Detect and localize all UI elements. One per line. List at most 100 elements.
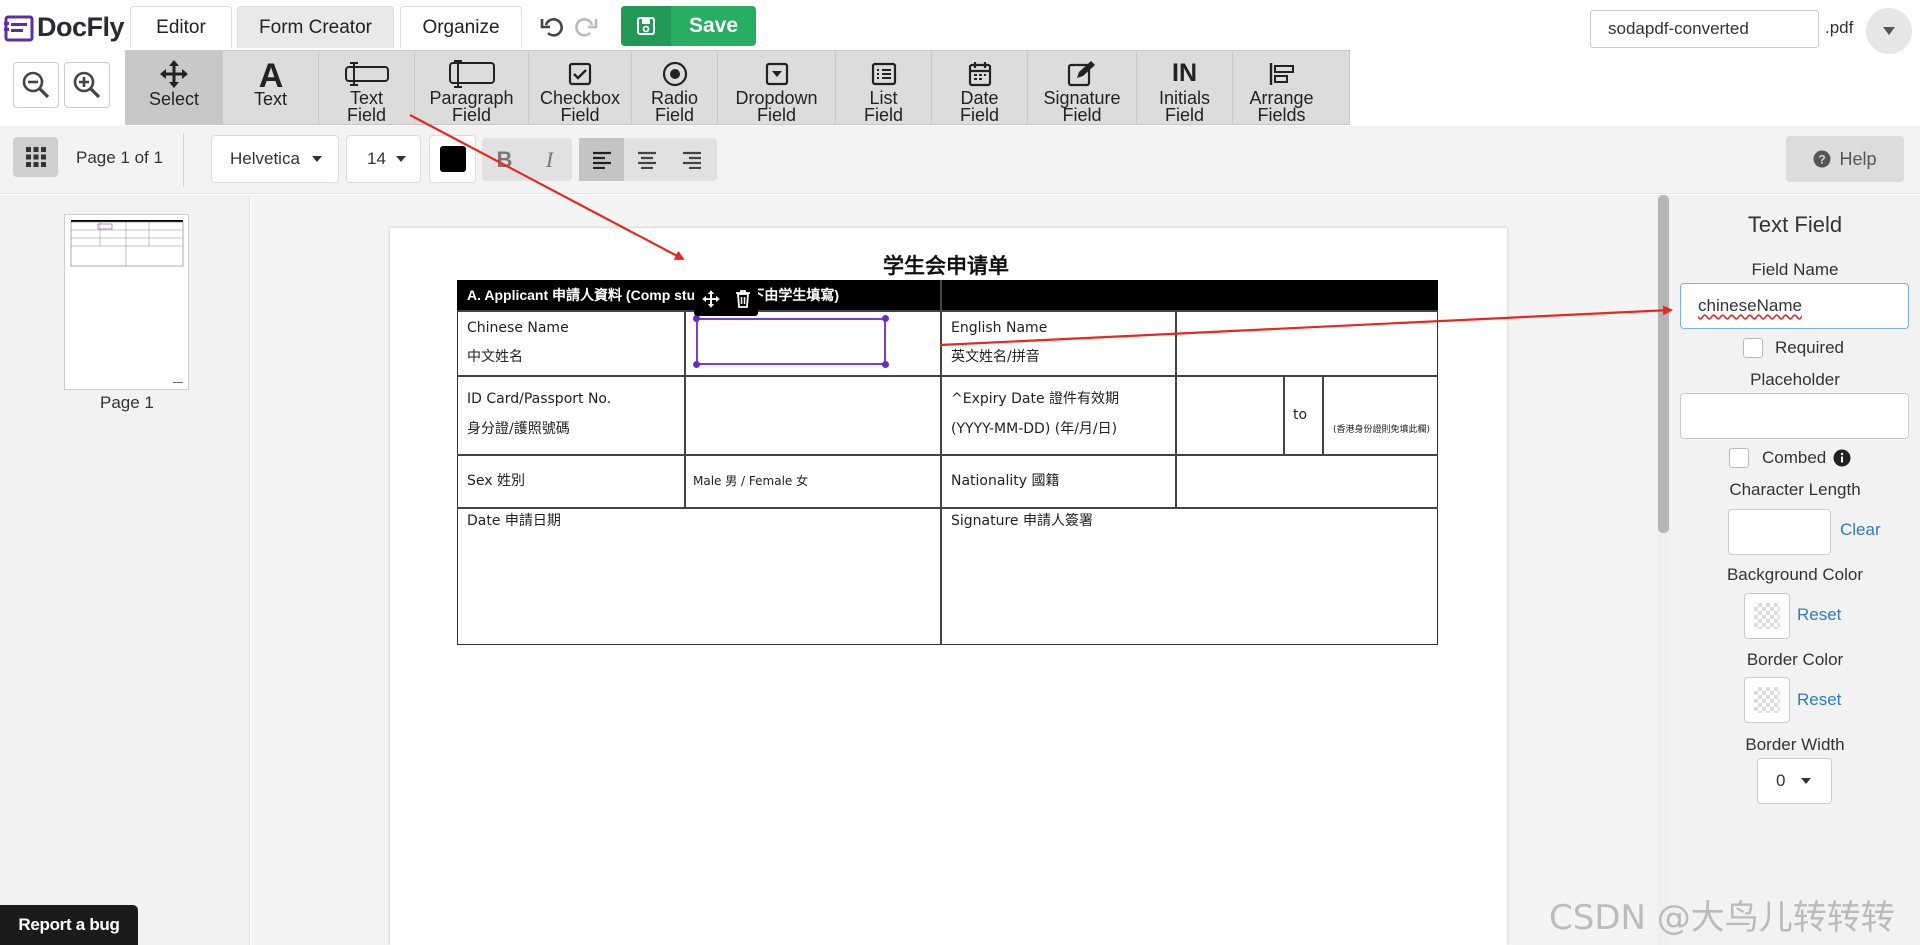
align-center-button[interactable] [624, 138, 669, 181]
combed-checkbox[interactable] [1729, 448, 1749, 468]
radio-icon [662, 57, 688, 90]
tool-paragraph-field[interactable]: Paragraph Field [415, 51, 529, 124]
italic-button[interactable]: I [527, 138, 572, 181]
transparent-swatch [1754, 687, 1780, 713]
table-line [1322, 375, 1324, 454]
tool-radio-field[interactable]: Radio Field [632, 51, 718, 124]
border-reset-link[interactable]: Reset [1797, 690, 1841, 710]
resize-handle[interactable] [882, 315, 889, 322]
tool-signature-field[interactable]: Signature Field [1028, 51, 1137, 124]
redo-icon [575, 18, 598, 37]
move-field-button[interactable] [701, 289, 721, 314]
tool-text-label: Text [253, 89, 287, 109]
help-button[interactable]: ? Help [1786, 136, 1904, 182]
tab-editor-label: Editor [156, 16, 206, 38]
color-swatch [439, 146, 466, 172]
background-color-label: Background Color [1726, 565, 1864, 584]
svg-text:A: A [258, 58, 283, 90]
border-color-swatch[interactable] [1744, 677, 1790, 723]
filename-input[interactable]: sodapdf-converted [1590, 10, 1819, 48]
save-button[interactable]: Save [621, 6, 756, 46]
tool-text-field-label: Text Field [346, 88, 386, 125]
page-thumbnail[interactable] [64, 214, 189, 390]
font-family-select[interactable]: Helvetica [211, 135, 339, 183]
tool-dropdown-field[interactable]: Dropdown Field [718, 51, 836, 124]
font-size-select[interactable]: 14 [346, 135, 421, 183]
clear-link[interactable]: Clear [1840, 520, 1881, 540]
background-reset-link[interactable]: Reset [1797, 605, 1841, 625]
tool-list-field[interactable]: List Field [836, 51, 932, 124]
font-size-value: 14 [367, 149, 386, 168]
tool-date-field[interactable]: Date Field [932, 51, 1028, 124]
thumbnails-toggle-button[interactable] [13, 137, 58, 177]
field-name-label: Field Name [1751, 260, 1839, 279]
tool-initials-field[interactable]: IN Initials Field [1137, 51, 1233, 124]
cell-id-en: ID Card/Passport No. [467, 391, 612, 407]
trash-icon [736, 289, 750, 308]
background-color-swatch[interactable] [1744, 593, 1790, 639]
tool-select[interactable]: Select [126, 51, 223, 124]
floppy-disk-icon [621, 6, 671, 46]
page-thumbnail-label: Page 1 [100, 393, 154, 412]
scrollbar-thumb[interactable] [1658, 195, 1669, 533]
move-icon [702, 289, 720, 308]
file-menu-button[interactable] [1866, 8, 1912, 54]
table-line [457, 375, 1438, 377]
character-length-label: Character Length [1729, 480, 1861, 499]
field-quick-toolbar [694, 286, 758, 316]
border-width-select[interactable]: 0 [1757, 758, 1832, 804]
move-icon [158, 57, 190, 91]
info-icon[interactable] [1833, 449, 1851, 472]
selected-text-field[interactable] [696, 318, 886, 365]
tab-form-creator-label: Form Creator [259, 16, 372, 38]
zoom-out-button[interactable] [13, 62, 59, 108]
align-left-button[interactable] [579, 138, 624, 181]
tool-text[interactable]: A Text [223, 51, 319, 124]
docfly-logo-icon [4, 15, 34, 41]
tool-paragraph-field-label: Paragraph Field [429, 88, 514, 125]
docfly-logo[interactable]: DocFly [4, 12, 125, 43]
delete-field-button[interactable] [735, 289, 751, 314]
align-right-button[interactable] [669, 138, 714, 181]
tab-organize[interactable]: Organize [400, 6, 522, 48]
table-line [457, 454, 1438, 456]
resize-handle[interactable] [693, 315, 700, 322]
bold-button[interactable]: B [482, 138, 527, 181]
cell-sex: Sex 姓別 [467, 473, 525, 489]
cell-sex-options: Male 男 / Female 女 [693, 474, 809, 488]
field-name-input[interactable]: chineseName [1680, 283, 1909, 329]
tool-select-label: Select [148, 89, 200, 109]
zoom-in-button[interactable] [64, 62, 110, 108]
caret-down-icon [395, 156, 406, 162]
tool-arrange-fields[interactable]: Arrange Fields [1233, 51, 1330, 124]
page-thumbnail-preview [70, 220, 184, 383]
help-label: Help [1839, 148, 1877, 169]
tool-initials-field-label: Initials Field [1158, 88, 1211, 125]
character-length-input[interactable] [1728, 509, 1831, 555]
tool-checkbox-field[interactable]: Checkbox Field [529, 51, 632, 124]
tool-text-field[interactable]: Text Field [319, 51, 415, 124]
table-line [1283, 375, 1285, 454]
tab-form-creator[interactable]: Form Creator [237, 6, 394, 48]
resize-handle[interactable] [693, 361, 700, 368]
divider [183, 133, 184, 187]
brand-name: DocFly [37, 12, 125, 42]
text-color-picker[interactable] [429, 135, 476, 183]
required-checkbox[interactable] [1743, 338, 1763, 358]
tab-editor[interactable]: Editor [130, 6, 232, 48]
redo-button[interactable] [570, 12, 600, 42]
align-right-icon [682, 151, 701, 169]
zoom-out-icon [22, 71, 50, 99]
style-group: B I [482, 138, 572, 181]
tool-arrange-fields-label: Arrange Fields [1249, 88, 1314, 125]
grid-icon [25, 147, 46, 167]
required-label: Required [1775, 338, 1844, 357]
font-family-value: Helvetica [230, 149, 300, 168]
placeholder-input[interactable] [1680, 393, 1909, 439]
resize-handle[interactable] [882, 361, 889, 368]
paragraph-field-icon [448, 57, 496, 90]
align-left-icon [592, 151, 611, 169]
report-bug-button[interactable]: Report a bug [0, 905, 138, 945]
undo-button[interactable] [538, 12, 568, 42]
applicant-form-table [457, 280, 1438, 645]
